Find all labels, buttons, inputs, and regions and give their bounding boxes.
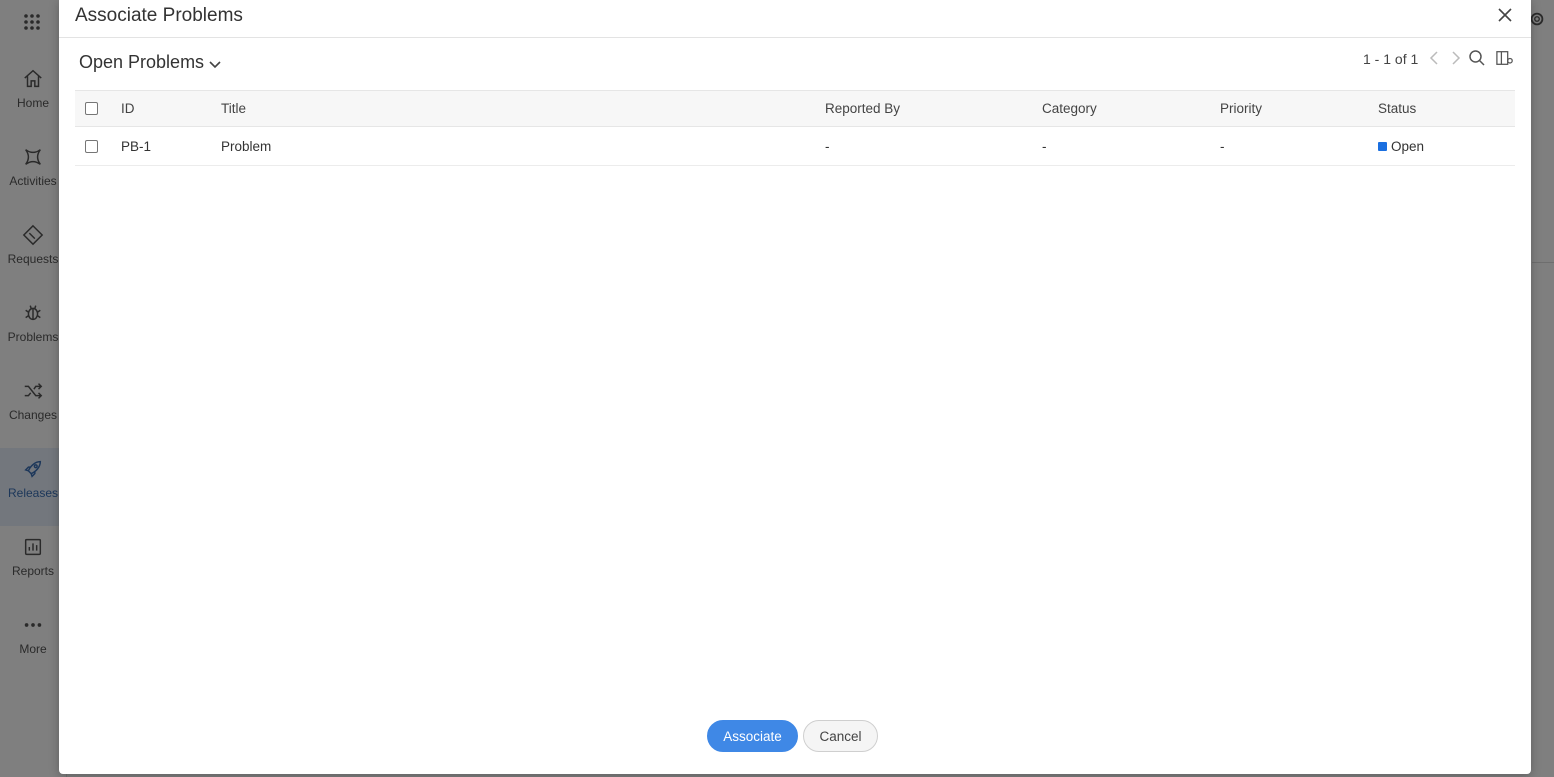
- cell-id[interactable]: PB-1: [121, 127, 151, 165]
- close-icon[interactable]: [1495, 5, 1515, 25]
- select-all-cell: [85, 91, 98, 126]
- column-header-reported-by[interactable]: Reported By: [825, 91, 900, 126]
- cell-status: Open: [1378, 127, 1424, 165]
- chevron-left-icon[interactable]: [1426, 49, 1444, 67]
- column-header-status[interactable]: Status: [1378, 91, 1416, 126]
- column-settings-icon[interactable]: [1496, 49, 1514, 67]
- column-header-id[interactable]: ID: [121, 91, 135, 126]
- column-header-category[interactable]: Category: [1042, 91, 1097, 126]
- status-label: Open: [1391, 138, 1425, 154]
- dialog-title: Associate Problems: [75, 5, 243, 26]
- problems-table: ID Title Reported By Category Priority S…: [75, 90, 1515, 166]
- view-selector-label: Open Problems: [79, 52, 205, 72]
- associate-button[interactable]: Associate: [707, 720, 798, 752]
- table-header: ID Title Reported By Category Priority S…: [75, 90, 1515, 127]
- chevron-down-icon: [209, 60, 221, 68]
- select-all-checkbox[interactable]: [85, 102, 98, 115]
- search-icon[interactable]: [1468, 49, 1486, 67]
- table-row[interactable]: PB-1 Problem - - - Open: [75, 127, 1515, 166]
- cell-category: -: [1042, 138, 1047, 154]
- pagination-info: 1 - 1 of 1: [1363, 51, 1419, 67]
- cell-reported-by: -: [825, 138, 830, 154]
- chevron-right-icon[interactable]: [1446, 49, 1464, 67]
- cancel-button[interactable]: Cancel: [803, 720, 878, 752]
- row-checkbox[interactable]: [85, 139, 98, 153]
- row-select-cell: [85, 127, 98, 165]
- cell-title[interactable]: Problem: [221, 127, 271, 165]
- cell-priority: -: [1220, 138, 1225, 154]
- column-header-title[interactable]: Title: [221, 91, 246, 126]
- column-header-priority[interactable]: Priority: [1220, 91, 1262, 126]
- status-indicator-icon: [1378, 141, 1387, 151]
- associate-problems-dialog: Associate Problems Open Problems 1 - 1 o…: [59, 0, 1531, 774]
- view-selector-dropdown[interactable]: Open Problems: [79, 52, 222, 73]
- dialog-header: Associate Problems: [59, 0, 1531, 38]
